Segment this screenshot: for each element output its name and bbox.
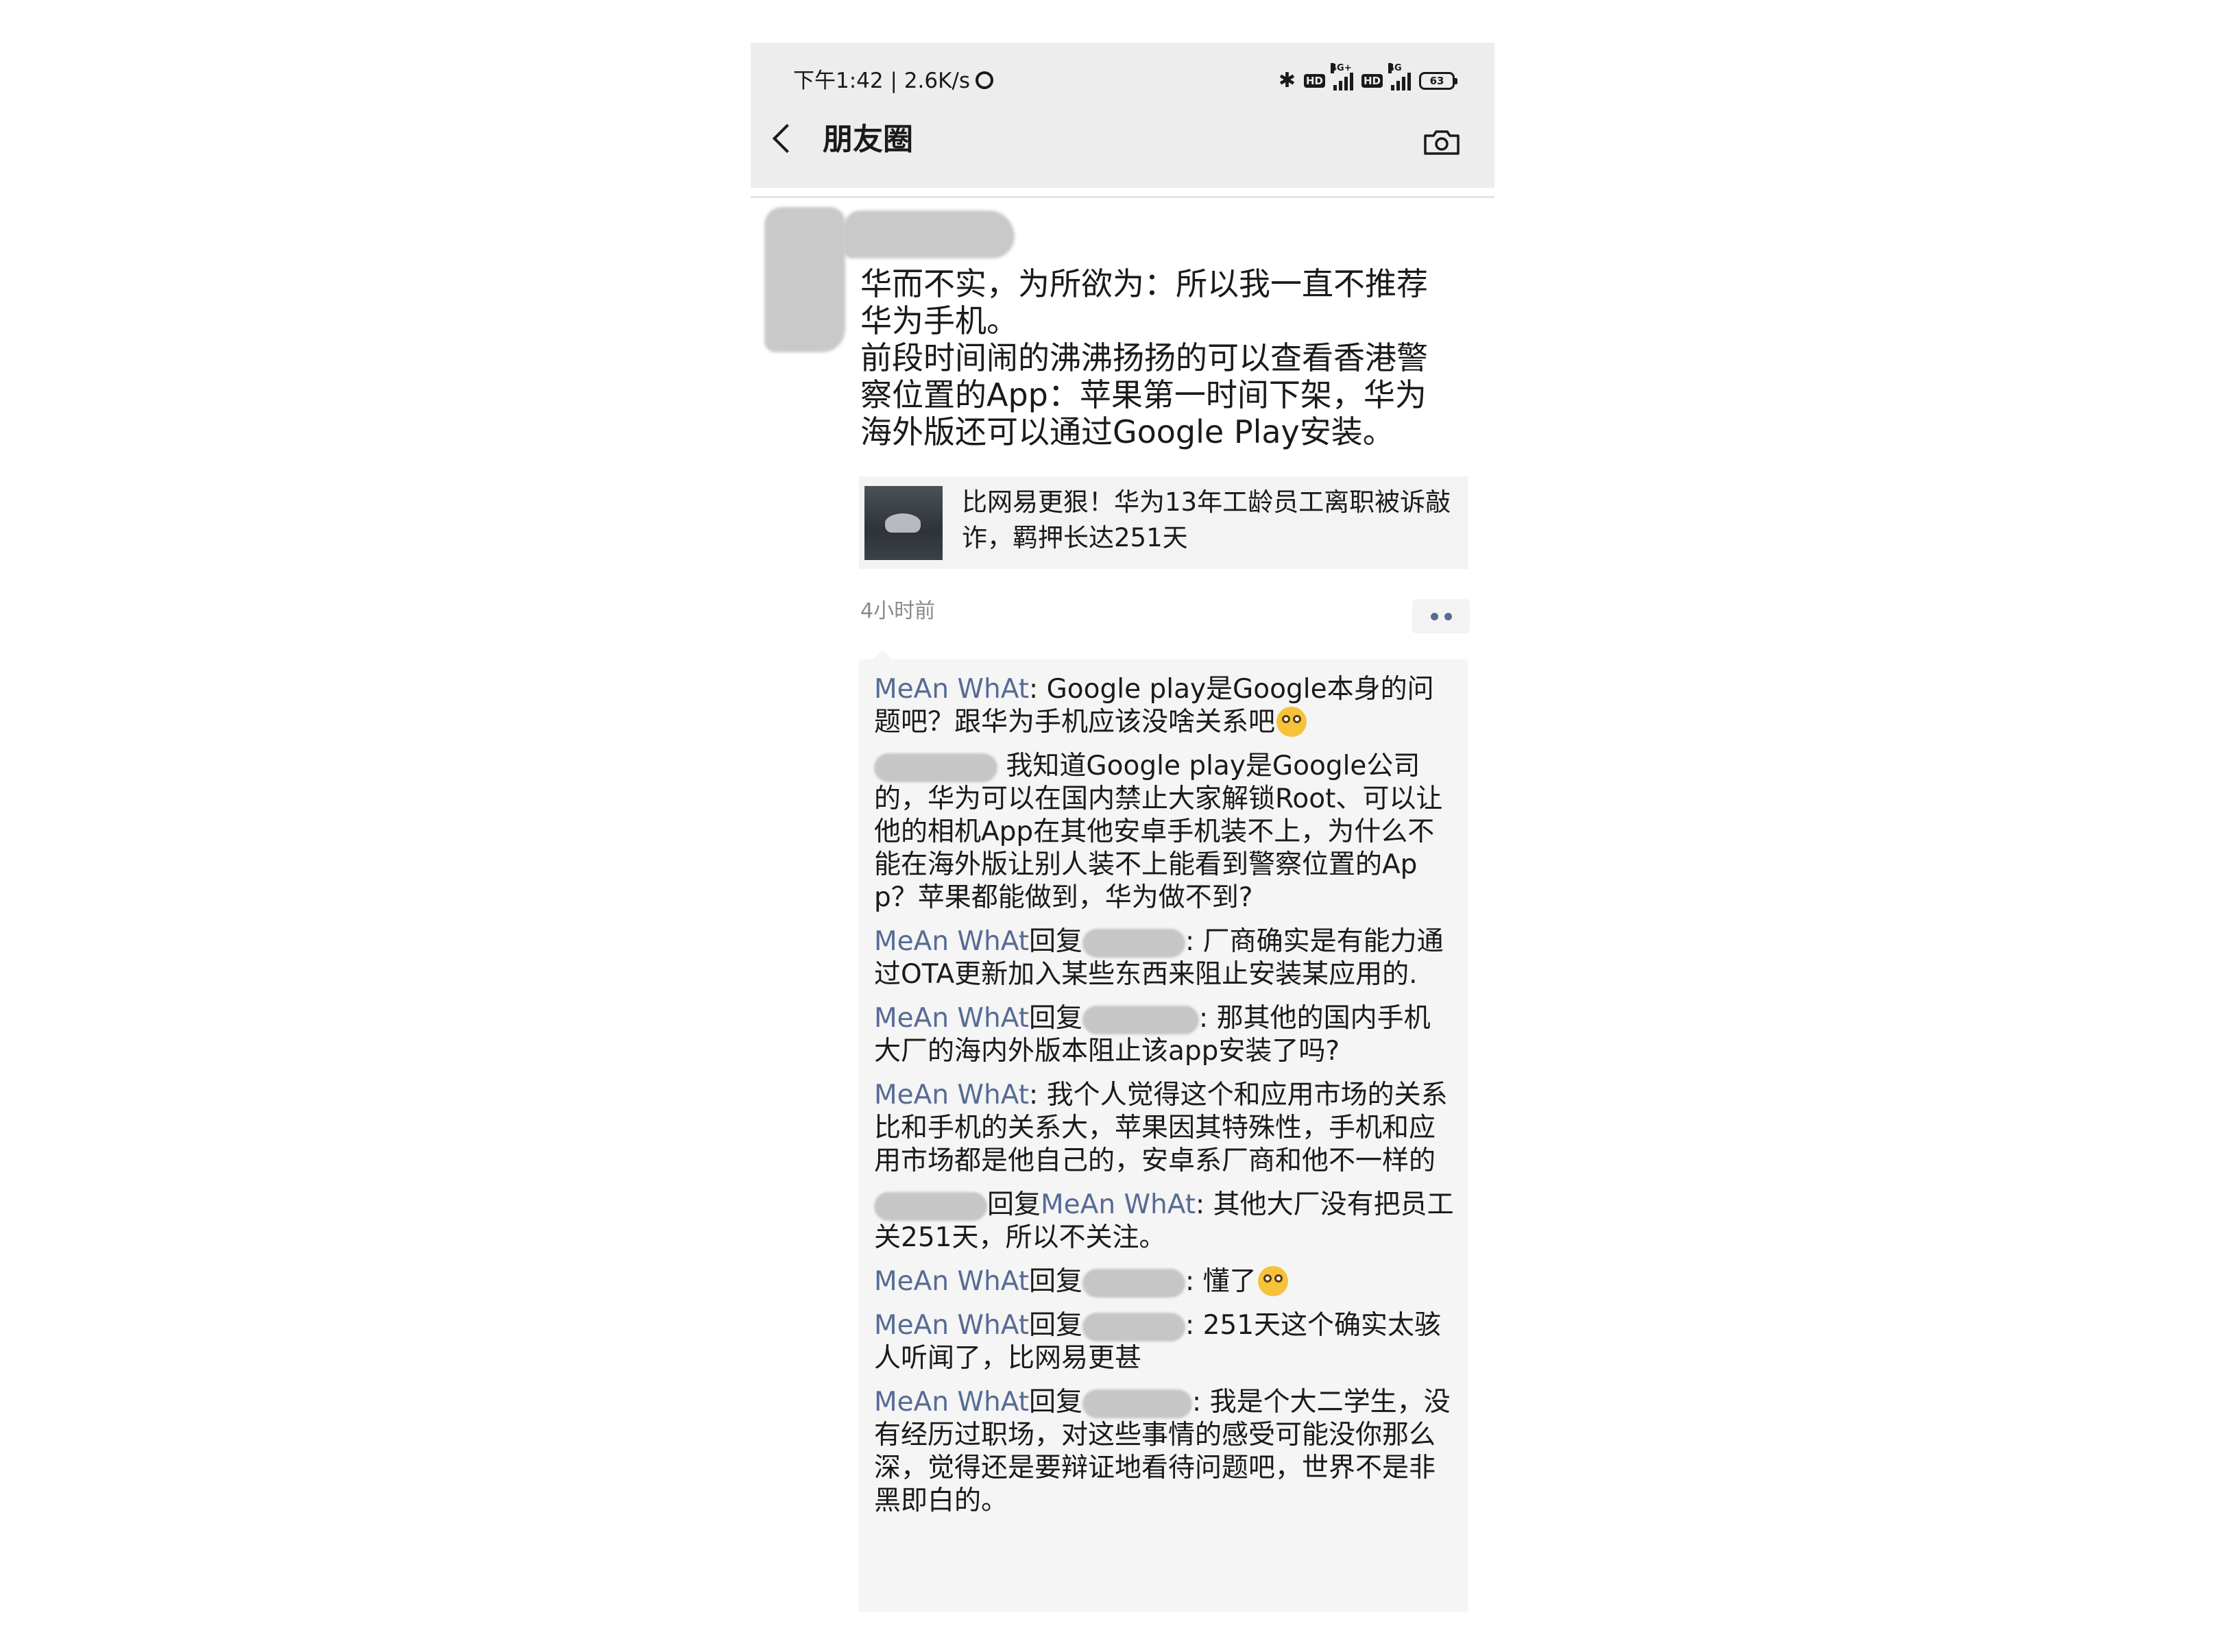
comment-item[interactable]: MeAn WhAt: 我个人觉得这个和应用市场的关系比和手机的关系大，苹果因其特… <box>874 1079 1457 1178</box>
reply-label: 回复 <box>987 1189 1041 1220</box>
status-time-text: 下午1:42 | 2.6K/s <box>793 69 970 93</box>
title-bar: 下午1:42 | 2.6K/s ✱ HD 4G+ HD 4G 63 朋友圈 <box>751 42 1494 188</box>
signal-icon: 4G <box>1388 63 1411 90</box>
battery-icon: 63 <box>1419 72 1457 90</box>
comments-list: MeAn WhAt: Google play是Google本身的问题吧？跟华为手… <box>859 659 1468 1612</box>
reply-label: 回复 <box>1029 1266 1083 1297</box>
reply-target-redacted[interactable] <box>1082 928 1186 958</box>
battery-level: 63 <box>1429 75 1444 87</box>
comment-author-redacted[interactable] <box>874 753 997 782</box>
reply-label: 回复 <box>1029 1003 1083 1034</box>
network-type-2: 4G <box>1388 63 1402 73</box>
reply-target-redacted[interactable] <box>1082 1389 1193 1418</box>
link-title: 比网易更狠！华为13年工龄员工离职被诉敲诈，羁押长达251天 <box>962 487 1451 552</box>
signal-icon: 4G+ <box>1330 63 1353 90</box>
reply-label: 回复 <box>1029 1387 1083 1418</box>
hd-icon: HD <box>1361 74 1383 88</box>
comment-author[interactable]: MeAn WhAt <box>874 926 1029 957</box>
network-type-1: 4G+ <box>1330 63 1352 73</box>
comment-item[interactable]: MeAn WhAt回复: 我是个大二学生，没有经历过职场，对这些事情的感受可能没… <box>874 1386 1457 1518</box>
comment-author[interactable]: MeAn WhAt <box>874 1266 1029 1297</box>
comment-author[interactable]: MeAn WhAt <box>874 1310 1029 1341</box>
status-icons: ✱ HD 4G+ HD 4G 63 <box>1278 63 1457 93</box>
phone-screen: 下午1:42 | 2.6K/s ✱ HD 4G+ HD 4G 63 朋友圈 华而… <box>751 42 1494 1612</box>
comment-item[interactable]: MeAn WhAt回复: 那其他的国内手机大厂的海内外版本阻止该app安装了吗? <box>874 1002 1457 1068</box>
comment-author[interactable]: MeAn WhAt <box>874 1003 1029 1034</box>
comment-author-redacted[interactable] <box>874 1191 987 1221</box>
comment-author[interactable]: MeAn WhAt <box>874 674 1029 705</box>
comment-item[interactable]: MeAn WhAt回复: 懂了 <box>874 1265 1457 1298</box>
post-text: 华而不实，为所欲为：所以我一直不推荐 华为手机。 前段时间闹的沸沸扬扬的可以查看… <box>860 265 1428 450</box>
divider <box>751 196 1494 198</box>
camera-icon[interactable] <box>1423 130 1460 156</box>
link-thumbnail <box>864 486 943 560</box>
comment-item[interactable]: 我知道Google play是Google公司的，华为可以在国内禁止大家解锁Ro… <box>874 750 1457 914</box>
reply-target[interactable]: MeAn WhAt <box>1041 1189 1196 1220</box>
status-time: 下午1:42 | 2.6K/s <box>793 63 993 99</box>
comment-text: 懂了 <box>1202 1266 1257 1297</box>
avatar[interactable] <box>764 207 845 352</box>
comment-author[interactable]: MeAn WhAt <box>874 1387 1029 1418</box>
reply-target-redacted[interactable] <box>1082 1268 1186 1298</box>
hd-icon: HD <box>1303 74 1325 88</box>
flushed-emoji-icon <box>1276 706 1307 737</box>
reply-target-redacted[interactable] <box>1082 1312 1186 1341</box>
reply-label: 回复 <box>1029 1310 1083 1341</box>
bluetooth-icon: ✱ <box>1278 69 1296 93</box>
more-options-button[interactable] <box>1412 599 1470 633</box>
comment-item[interactable]: MeAn WhAt: Google play是Google本身的问题吧？跟华为手… <box>874 673 1457 739</box>
chevron-left-icon[interactable] <box>772 123 802 154</box>
reply-label: 回复 <box>1029 926 1083 957</box>
comment-item[interactable]: 回复MeAn WhAt: 其他大厂没有把员工关251天，所以不关注。 <box>874 1189 1457 1254</box>
link-card[interactable]: 比网易更狠！华为13年工龄员工离职被诉敲诈，羁押长达251天 <box>859 476 1468 569</box>
reply-target-redacted[interactable] <box>1082 1005 1200 1034</box>
post-timestamp: 4小时前 <box>860 599 936 623</box>
alarm-icon <box>976 71 993 89</box>
comment-item[interactable]: MeAn WhAt回复: 厂商确实是有能力通过OTA更新加入某些东西来阻止安装某… <box>874 925 1457 991</box>
comments-pointer <box>873 650 892 659</box>
comment-item[interactable]: MeAn WhAt回复: 251天这个确实太骇人听闻了，比网易更甚 <box>874 1309 1457 1375</box>
author-name-redacted[interactable] <box>843 210 1015 258</box>
thinking-emoji-icon <box>1257 1265 1288 1296</box>
page-title: 朋友圈 <box>823 122 913 157</box>
comment-author[interactable]: MeAn WhAt <box>874 1080 1029 1110</box>
